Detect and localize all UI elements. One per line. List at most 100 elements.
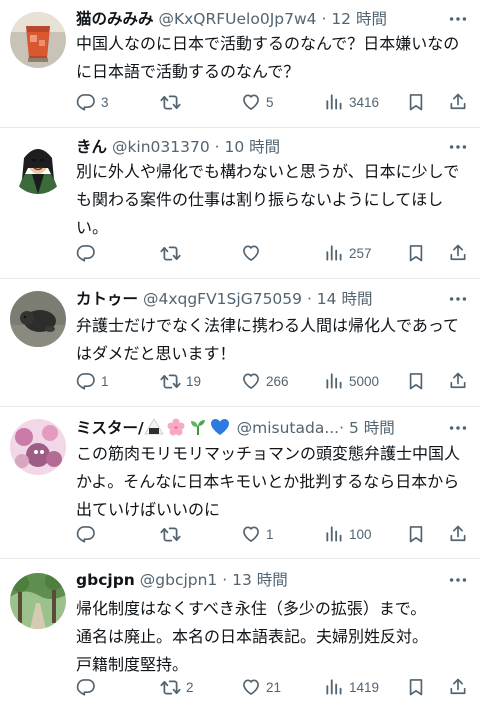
handle[interactable]: @KxQRFUelo0Jp7w4 <box>158 10 316 28</box>
display-name[interactable]: きん <box>76 138 107 156</box>
tweet-text: 帰化制度はなくすべき永住（多少の拡張）まで。 通名は廃止。本名の日本語表記。夫婦… <box>76 599 429 674</box>
handle[interactable]: @gbcjpn1 <box>140 571 218 589</box>
avatar[interactable] <box>10 12 66 68</box>
timestamp[interactable]: · 5 時間 <box>339 419 395 437</box>
reply-button[interactable] <box>76 674 101 700</box>
like-count: 1 <box>266 526 274 542</box>
retweet-count: 2 <box>186 679 194 695</box>
share-icon <box>448 677 468 697</box>
action-bar: 3 5 3416 <box>76 89 470 115</box>
views-chart-icon <box>324 677 344 697</box>
more-icon[interactable] <box>446 136 470 158</box>
reply-button[interactable] <box>76 521 101 547</box>
reply-button[interactable] <box>76 240 101 266</box>
tweet-3[interactable]: カトゥー @4xqgFV1SjG75059 · 14 時間 弁護士だけでなく法律… <box>0 279 480 407</box>
like-button[interactable]: 5 <box>241 89 274 115</box>
reply-count: 3 <box>101 94 109 110</box>
views-button[interactable]: 257 <box>324 240 372 266</box>
like-button[interactable]: 1 <box>241 521 274 547</box>
more-icon[interactable] <box>446 417 470 439</box>
views-button[interactable]: 3416 <box>324 89 379 115</box>
tweet-header: カトゥー @4xqgFV1SjG75059 · 14 時間 <box>76 288 440 310</box>
more-icon[interactable] <box>446 288 470 310</box>
views-chart-icon <box>324 92 344 112</box>
like-count: 266 <box>266 373 289 389</box>
timestamp[interactable]: · 13 時間 <box>222 571 288 589</box>
retweet-icon <box>160 243 181 264</box>
display-name[interactable]: gbcjpn <box>76 571 135 589</box>
retweet-icon <box>160 371 181 392</box>
tweet-text: 別に外人や帰化でも構わないと思うが、日本に少しでも関わる案件の仕事は割り振らない… <box>76 162 460 237</box>
tweet-4[interactable]: ミスター/ @misutada...· 5 時間 この筋肉モリモリマッチョマンの… <box>0 407 480 559</box>
share-icon <box>448 92 468 112</box>
reply-button[interactable]: 1 <box>76 368 109 394</box>
share-button[interactable] <box>448 240 468 266</box>
handle[interactable]: @misutada... <box>237 419 340 437</box>
bookmark-button[interactable] <box>406 368 426 394</box>
action-bar: 1 19 266 5000 <box>76 368 470 394</box>
bookmark-icon <box>406 243 426 263</box>
tweet-5[interactable]: gbcjpn @gbcjpn1 · 13 時間 帰化制度はなくすべき永住（多少の… <box>0 559 480 709</box>
retweet-button[interactable] <box>160 240 186 266</box>
handle[interactable]: @kin031370 <box>112 138 210 156</box>
retweet-icon <box>160 92 181 113</box>
bookmark-button[interactable] <box>406 240 426 266</box>
view-count: 3416 <box>349 94 380 110</box>
tweet-2[interactable]: きん @kin031370 · 10 時間 別に外人や帰化でも構わないと思うが、… <box>0 128 480 279</box>
cherry-blossom-emoji-icon <box>167 418 185 436</box>
reply-icon <box>76 677 96 697</box>
timestamp[interactable]: · 12 時間 <box>321 10 387 28</box>
share-icon <box>448 524 468 544</box>
heart-icon <box>241 524 261 544</box>
like-button[interactable] <box>241 240 266 266</box>
avatar[interactable] <box>10 291 66 347</box>
timestamp[interactable]: · 14 時間 <box>307 290 373 308</box>
reply-icon <box>76 243 96 263</box>
bookmark-icon <box>406 92 426 112</box>
like-count: 21 <box>266 679 282 695</box>
bookmark-button[interactable] <box>406 674 426 700</box>
reply-icon <box>76 92 96 112</box>
bookmark-icon <box>406 524 426 544</box>
share-button[interactable] <box>448 89 468 115</box>
views-button[interactable]: 5000 <box>324 368 379 394</box>
handle[interactable]: @4xqgFV1SjG75059 <box>143 290 302 308</box>
share-button[interactable] <box>448 674 468 700</box>
avatar[interactable] <box>10 138 66 194</box>
retweet-button[interactable] <box>160 89 186 115</box>
bookmark-button[interactable] <box>406 521 426 547</box>
display-name[interactable]: カトゥー <box>76 290 138 308</box>
view-count: 5000 <box>349 373 380 389</box>
blue-heart-emoji-icon <box>210 419 229 435</box>
retweet-button[interactable]: 19 <box>160 368 201 394</box>
reply-icon <box>76 371 96 391</box>
tweet-header: gbcjpn @gbcjpn1 · 13 時間 <box>76 569 440 591</box>
retweet-icon <box>160 677 181 698</box>
bookmark-icon <box>406 677 426 697</box>
like-button[interactable]: 266 <box>241 368 289 394</box>
share-button[interactable] <box>448 368 468 394</box>
reply-count: 1 <box>101 373 109 389</box>
bookmark-button[interactable] <box>406 89 426 115</box>
tweet-text: 中国人なのに日本で活動するのなんで？日本嫌いなのに日本語で活動するのなんで？ <box>76 34 460 81</box>
avatar[interactable] <box>10 419 66 475</box>
views-button[interactable]: 100 <box>324 521 372 547</box>
retweet-button[interactable] <box>160 521 186 547</box>
like-count: 5 <box>266 94 274 110</box>
like-button[interactable]: 21 <box>241 674 281 700</box>
reply-button[interactable]: 3 <box>76 89 109 115</box>
view-count: 100 <box>349 526 372 542</box>
more-icon[interactable] <box>446 569 470 591</box>
heart-icon <box>241 92 261 112</box>
share-button[interactable] <box>448 521 468 547</box>
timestamp[interactable]: · 10 時間 <box>215 138 281 156</box>
display-name[interactable]: 猫のみみみ <box>76 10 154 28</box>
more-icon[interactable] <box>446 8 470 30</box>
tweet-1[interactable]: 猫のみみみ @KxQRFUelo0Jp7w4 · 12 時間 中国人なのに日本で… <box>0 0 480 128</box>
display-name[interactable]: ミスター/ <box>76 419 144 437</box>
avatar[interactable] <box>10 573 66 629</box>
retweet-button[interactable]: 2 <box>160 674 194 700</box>
heart-icon <box>241 677 261 697</box>
views-button[interactable]: 1419 <box>324 674 379 700</box>
views-chart-icon <box>324 371 344 391</box>
